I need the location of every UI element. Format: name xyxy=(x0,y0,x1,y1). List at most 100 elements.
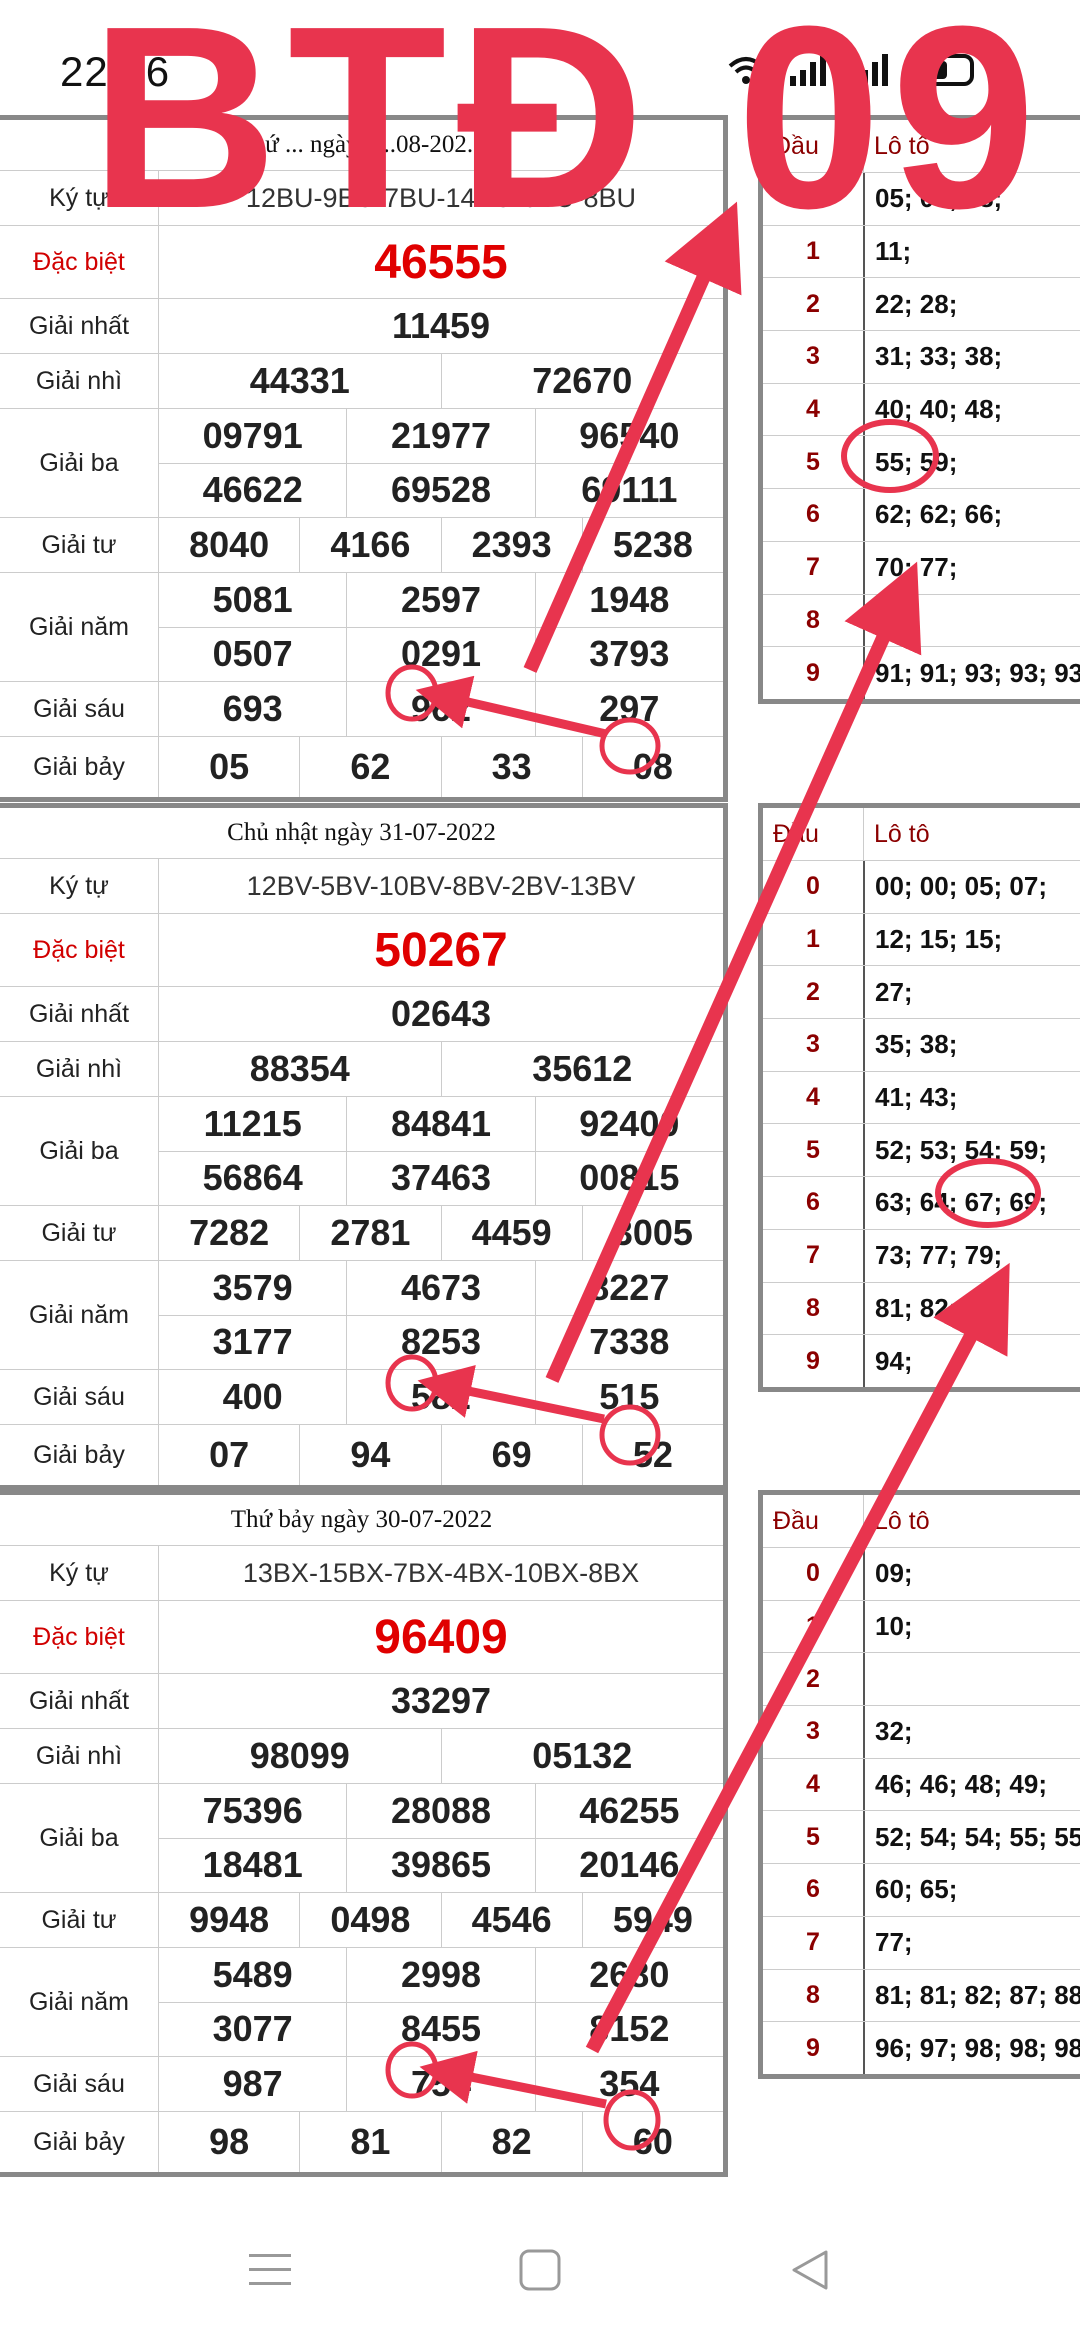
prize-number: 28088 xyxy=(346,1784,534,1838)
loto-values: 32; xyxy=(863,1706,1080,1758)
loto-head-digit: 4 xyxy=(806,1770,820,1799)
loto-row: 4 40; 40; 48; xyxy=(763,383,1080,437)
prize-number: 3005 xyxy=(581,1206,723,1260)
navigation-bar xyxy=(0,2200,1080,2340)
loto-values: 91; 91; 93; 93; 93 xyxy=(863,647,1080,699)
loto-head-digit: 6 xyxy=(806,1875,820,1904)
prize-number: 2998 xyxy=(346,1948,534,2002)
prize-number: 20146 xyxy=(534,1838,723,1892)
prize-number: 5081 xyxy=(212,578,293,620)
loto-head-digit: 5 xyxy=(806,1135,820,1164)
prize-number: 987 xyxy=(222,2063,283,2104)
prize-number: 8455 xyxy=(346,2002,534,2056)
loto-values: 31; 33; 38; xyxy=(863,331,1080,383)
prize-row: Ký tự 12BV-5BV-10BV-8BV-2BV-13BV xyxy=(0,859,723,914)
prize-row: Giải tư 8040 4166 2393 5238 xyxy=(0,518,723,573)
loto-head-digit: 2 xyxy=(806,1664,820,1693)
prize-number: 4166 xyxy=(299,518,440,572)
prize-label: Giải tư xyxy=(0,1893,159,1947)
loto-values: 41; 43; xyxy=(863,1071,1080,1124)
loto-values: 70; 77; xyxy=(863,541,1080,594)
prize-number: 37463 xyxy=(346,1151,534,1205)
prize-number: 18481 xyxy=(202,1844,303,1886)
loto-head-digit: 7 xyxy=(806,553,820,582)
loto-head-digit: 3 xyxy=(806,1030,820,1059)
prize-number: 46622 xyxy=(202,469,303,511)
loto-head-digit: 3 xyxy=(806,342,820,371)
prize-row: Giải ba 75396 28088 46255 18481 39865 20146 xyxy=(0,1784,723,1893)
loto-head-digit: 8 xyxy=(806,1980,820,2009)
loto-values: 27; xyxy=(863,966,1080,1019)
loto-head-digit: 9 xyxy=(806,1346,820,1375)
prize-number: 5949 xyxy=(581,1893,723,1947)
prize-number: 3579 xyxy=(212,1266,293,1308)
loto-head-digit: 6 xyxy=(806,500,820,529)
prize-number: 46255 xyxy=(534,1784,723,1838)
prize-label: Giải sáu xyxy=(0,1370,159,1424)
prize-row: Đặc biệt 50267 xyxy=(0,914,723,987)
prize-number: 44331 xyxy=(249,360,350,401)
prize-row: Giải nhì 44331 72670 xyxy=(0,354,723,409)
loto-value-label: Lô tô xyxy=(863,1495,1080,1547)
loto-values: 52; 54; 54; 55; 55 xyxy=(863,1811,1080,1864)
prize-label: Giải nhất xyxy=(0,299,159,353)
watermark-title: BTĐ 09 xyxy=(90,0,1046,263)
loto-row: 9 96; 97; 98; 98; 98 xyxy=(763,2022,1080,2074)
loto-values: 40; 40; 48; xyxy=(863,383,1080,436)
loto-head-digit: 1 xyxy=(806,925,820,954)
prize-row: Giải bảy 07 94 69 52 xyxy=(0,1425,723,1485)
loto-head-digit: 9 xyxy=(806,658,820,687)
home-nav-icon[interactable] xyxy=(510,2240,570,2300)
prize-row: Giải tư 9948 0498 4546 5949 xyxy=(0,1893,723,1948)
series-code: 13BX-15BX-7BX-4BX-10BX-8BX xyxy=(242,1557,640,1588)
prize-number: 60 xyxy=(581,2112,723,2172)
result-date: Thứ bảy ngày 30-07-2022 xyxy=(0,1495,723,1546)
prize-number: 693 xyxy=(222,688,283,729)
loto-table: Đầu Lô tô 0 00; 00; 05; 07; 1 12; 15; 15; 2 27;… xyxy=(758,803,1080,1392)
prize-number: 2680 xyxy=(534,1948,723,2002)
loto-values: 55; 59; xyxy=(863,436,1080,489)
prize-row: Giải sáu 693 962 297 xyxy=(0,682,723,737)
menu-nav-icon[interactable] xyxy=(240,2240,300,2300)
loto-head-digit: 5 xyxy=(806,1822,820,1851)
prize-number: 7338 xyxy=(534,1315,723,1369)
loto-values: 00; 00; 05; 07; xyxy=(863,861,1080,913)
loto-row: 4 41; 43; xyxy=(763,1071,1080,1125)
prize-number: 2393 xyxy=(440,518,582,572)
loto-table: Đầu Lô tô 0 09; 1 10; 2 3 32; 4 46; 46; 48; 49; 5 52… xyxy=(758,1490,1080,2079)
loto-head-digit: 9 xyxy=(806,2033,820,2062)
loto-head-digit: 7 xyxy=(806,1241,820,1270)
prize-label: Đặc biệt xyxy=(0,1601,159,1673)
loto-values: 12; 15; 15; xyxy=(863,913,1080,966)
loto-row: 5 55; 59; xyxy=(763,436,1080,490)
prize-number: 69528 xyxy=(346,463,534,517)
prize-number: 84841 xyxy=(346,1097,534,1151)
loto-values: 96; 97; 98; 98; 98 xyxy=(863,2022,1080,2074)
prize-number: 82 xyxy=(440,2112,582,2172)
prize-number: 33297 xyxy=(390,1680,492,1721)
prize-number: 354 xyxy=(534,2057,723,2111)
prize-label: Giải nhất xyxy=(0,1674,159,1728)
loto-row: 8 81; 82; xyxy=(763,1282,1080,1336)
prize-number: 3077 xyxy=(212,2008,293,2050)
loto-row: 7 77; xyxy=(763,1916,1080,1970)
prize-label: Giải ba xyxy=(0,1784,159,1892)
prize-label: Ký tự xyxy=(0,1546,159,1600)
prize-number: 72670 xyxy=(440,354,724,408)
prize-number: 75396 xyxy=(202,1789,303,1831)
loto-row: 2 22; 28; xyxy=(763,278,1080,332)
prize-label: Giải ba xyxy=(0,1097,159,1205)
prize-number: 05132 xyxy=(440,1729,724,1783)
prize-number: 96540 xyxy=(534,409,723,463)
prize-number: 400 xyxy=(222,1376,283,1417)
loto-row: 1 10; xyxy=(763,1600,1080,1654)
loto-values: 73; 77; 79; xyxy=(863,1229,1080,1282)
prize-label: Giải năm xyxy=(0,573,159,681)
back-nav-icon[interactable] xyxy=(780,2240,840,2300)
prize-number: 2781 xyxy=(299,1206,440,1260)
prize-label: Giải năm xyxy=(0,1948,159,2056)
prize-number: 515 xyxy=(534,1370,723,1424)
prize-number: 0291 xyxy=(346,627,534,681)
prize-row: Đặc biệt 96409 xyxy=(0,1601,723,1674)
loto-row: 8 xyxy=(763,594,1080,648)
